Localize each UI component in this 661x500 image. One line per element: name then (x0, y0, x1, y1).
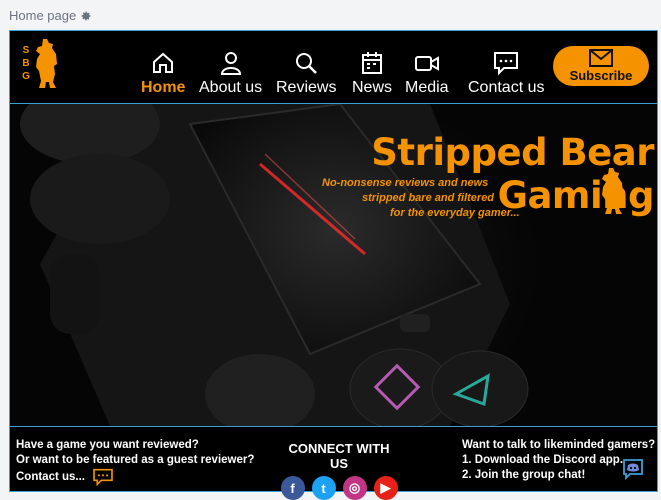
nav-about-us[interactable]: About us (199, 41, 262, 97)
page-header: Home page (0, 0, 661, 30)
nav-contact-us[interactable]: Contact us (468, 41, 544, 97)
nav-news[interactable]: News (352, 41, 392, 97)
contact-us-link[interactable]: Contact us... (16, 471, 85, 483)
bear-icon (36, 39, 57, 88)
site-frame: S B G Home About us Reviews News Media C… (9, 30, 658, 500)
nav-media[interactable]: Media (405, 41, 449, 97)
nav-home[interactable]: Home (141, 41, 185, 97)
page-label: Home page (9, 7, 77, 23)
magnifier-icon (296, 53, 318, 74)
footer-right-line-1: Want to talk to likeminded gamers? (462, 439, 656, 451)
footer-left-line-2: Or want to be featured as a guest review… (16, 454, 255, 466)
nav-media-label: Media (405, 79, 449, 96)
person-icon (220, 52, 241, 75)
connect-section: CONNECT WITH US f t ◎ ▶ (278, 441, 400, 500)
nav-home-label: Home (141, 79, 186, 96)
nav-news-label: News (352, 79, 393, 96)
connect-title: CONNECT WITH US (288, 441, 390, 471)
home-icon (153, 52, 174, 73)
footer-left-line-1: Have a game you want reviewed? (16, 439, 199, 451)
subscribe-button[interactable]: Subscribe (553, 46, 649, 86)
bear-icon (602, 168, 623, 214)
instagram-icon[interactable]: ◎ (342, 476, 367, 500)
video-camera-icon (414, 56, 439, 71)
tagline-line-1: No-nonsense reviews and news (322, 177, 489, 189)
tagline-line-2: stripped bare and filtered (362, 192, 495, 204)
twitter-icon[interactable]: t (311, 476, 336, 500)
chat-bubble-icon[interactable] (92, 468, 114, 486)
gear-icon[interactable] (80, 9, 92, 21)
footer-review-info: Have a game you want reviewed? Or want t… (16, 438, 254, 486)
nav-reviews-label: Reviews (276, 79, 337, 96)
tagline-line-3: for the everyday gamer... (390, 207, 520, 219)
discord-icon[interactable] (621, 457, 645, 481)
subscribe-label: Subscribe (569, 68, 633, 83)
footer: Have a game you want reviewed? Or want t… (10, 427, 657, 500)
nav-about-us-label: About us (199, 79, 263, 96)
nav-contact-us-label: Contact us (468, 79, 545, 96)
facebook-icon[interactable]: f (280, 476, 305, 500)
chat-bubble-icon (494, 52, 519, 76)
calendar-icon (362, 52, 382, 74)
hero-banner: Stripped Bear Gaming No-nonsense reviews… (10, 103, 657, 427)
nav-reviews[interactable]: Reviews (276, 41, 336, 97)
nav-bar: S B G Home About us Reviews News Media C… (10, 31, 657, 103)
youtube-icon[interactable]: ▶ (373, 476, 398, 500)
hero-title: Stripped Bear Gaming (371, 131, 654, 217)
site-logo[interactable]: S B G (16, 37, 70, 97)
envelope-icon (589, 49, 613, 67)
